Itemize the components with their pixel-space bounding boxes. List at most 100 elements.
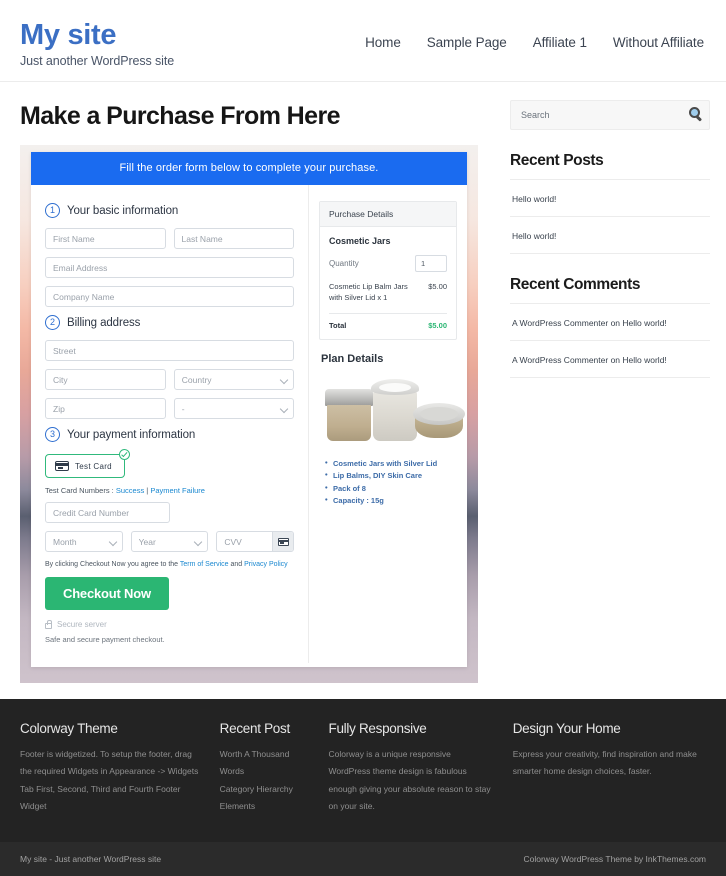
- jar-lid-right: [413, 402, 465, 443]
- site-title[interactable]: My site: [20, 20, 174, 51]
- test-card-option[interactable]: Test Card: [45, 449, 130, 478]
- test-numbers-prefix: Test Card Numbers :: [45, 486, 116, 495]
- recent-comment-link[interactable]: A WordPress Commenter on Hello world!: [512, 318, 667, 328]
- city-country-row: [45, 369, 294, 390]
- footer-widget-design-your-home: Design Your Home Express your creativity…: [513, 721, 706, 816]
- primary-navigation: Home Sample Page Affiliate 1 Without Aff…: [365, 16, 706, 50]
- street-input[interactable]: [45, 340, 294, 361]
- year-select[interactable]: [130, 531, 209, 552]
- plan-feature: Pack of 8: [325, 481, 457, 495]
- street-row: [45, 340, 294, 361]
- payment-failure-link[interactable]: Payment Failure: [150, 486, 205, 495]
- step-number-3: 3: [45, 427, 60, 442]
- list-item: A WordPress Commenter on Hello world!: [510, 304, 710, 341]
- summary-divider: [329, 312, 447, 314]
- footer-widget-text: Express your creativity, find inspiratio…: [512, 749, 697, 777]
- checkout-body: 1 Your basic information First Name Last…: [31, 185, 467, 663]
- line-item-name: Cosmetic Lip Balm Jars with Silver Lid x…: [329, 282, 408, 302]
- site-footer: Colorway Theme Footer is widgetized. To …: [0, 699, 726, 842]
- test-card-label: Test Card: [75, 461, 112, 471]
- total-value: $5.00: [428, 320, 447, 330]
- list-item: Hello world!: [510, 180, 710, 217]
- step-basic-information: 1 Your basic information: [45, 203, 294, 218]
- terms-mid: and: [228, 561, 245, 568]
- site-tagline: Just another WordPress site: [20, 54, 175, 69]
- zip-input[interactable]: [45, 398, 166, 419]
- expiry-cvv-row: [45, 531, 295, 552]
- privacy-policy-link[interactable]: Privacy Policy: [244, 561, 288, 568]
- footer-widget-title: Recent Post: [219, 721, 291, 736]
- success-link[interactable]: Success: [116, 486, 144, 495]
- state-select[interactable]: [173, 398, 294, 419]
- cvv-wrap: [216, 531, 295, 552]
- search-input[interactable]: [521, 110, 699, 120]
- city-input[interactable]: [45, 369, 166, 390]
- footer-bottom-bar: My site - Just another WordPress site Co…: [0, 841, 726, 876]
- footer-recent-post-list: Worth A Thousand Words Category Hierarch…: [220, 746, 311, 816]
- jar-center: [371, 378, 419, 441]
- zip-state-row: [45, 398, 294, 419]
- branding: My site Just another WordPress site: [20, 16, 175, 69]
- list-item[interactable]: Worth A Thousand Words: [220, 746, 311, 781]
- total-row: Total $5.00: [329, 321, 447, 330]
- terms-text: By clicking Checkout Now you agree to th…: [45, 561, 294, 568]
- quantity-input[interactable]: [415, 255, 447, 272]
- list-item: Hello world!: [510, 217, 710, 254]
- footer-widget-text: Footer is widgetized. To setup the foote…: [20, 749, 199, 812]
- search-widget: [510, 100, 710, 130]
- nav-item-sample-page[interactable]: Sample Page: [427, 35, 507, 50]
- last-name-input[interactable]: [173, 228, 294, 249]
- quantity-row: Quantity: [329, 255, 447, 272]
- step-number-2: 2: [45, 315, 60, 330]
- email-input[interactable]: [45, 257, 294, 278]
- year-select-wrap: [130, 531, 209, 552]
- safe-checkout-text: Safe and secure payment checkout.: [45, 635, 165, 644]
- purchase-summary: Purchase Details Cosmetic Jars Quantity …: [309, 185, 467, 663]
- recent-post-link[interactable]: Hello world!: [512, 231, 556, 241]
- purchase-details-header: Purchase Details: [320, 202, 456, 227]
- list-item: A WordPress Commenter on Hello world!: [510, 341, 710, 378]
- recent-post-link[interactable]: Hello world!: [512, 194, 556, 204]
- search-icon[interactable]: [689, 107, 700, 118]
- month-select[interactable]: [45, 531, 123, 552]
- credit-card-number-input[interactable]: [45, 502, 170, 523]
- line-item-row: Cosmetic Lip Balm Jars with Silver Lid x…: [329, 282, 447, 304]
- step-billing-address: 2 Billing address: [45, 315, 294, 330]
- footer-widget-recent-post: Recent Post Worth A Thousand Words Categ…: [220, 721, 329, 816]
- checkout-now-button[interactable]: Checkout Now: [45, 577, 169, 610]
- plan-feature: Capacity : 15g: [325, 494, 457, 507]
- country-select-wrap: [173, 369, 294, 390]
- company-row: [45, 286, 294, 307]
- site-header: My site Just another WordPress site Home…: [0, 0, 726, 82]
- recent-posts-widget: Recent Posts Hello world! Hello world!: [510, 152, 710, 254]
- credit-card-icon: [55, 461, 69, 471]
- step-label-1: Your basic information: [67, 204, 179, 217]
- checkout-card: Fill the order form below to complete yo…: [31, 152, 467, 667]
- total-label: Total: [329, 320, 347, 330]
- nav-item-home[interactable]: Home: [365, 35, 401, 50]
- secure-server-row: Secure server: [45, 619, 294, 629]
- name-row: [45, 228, 294, 249]
- nav-item-affiliate-1[interactable]: Affiliate 1: [533, 35, 587, 50]
- footer-credit-right: Colorway WordPress Theme by InkThemes.co…: [523, 853, 707, 864]
- nav-item-without-affiliate[interactable]: Without Affiliate: [613, 35, 704, 50]
- card-number-row: [45, 502, 294, 523]
- step-payment-information: 3 Your payment information: [45, 427, 294, 442]
- country-select[interactable]: [173, 369, 294, 390]
- terms-prefix: By clicking Checkout Now you agree to th…: [45, 561, 180, 568]
- recent-posts-title: Recent Posts: [510, 152, 710, 180]
- plan-feature: Cosmetic Jars with Silver Lid: [325, 457, 457, 470]
- recent-comment-link[interactable]: A WordPress Commenter on Hello world!: [512, 355, 667, 365]
- plan-features-list: Cosmetic Jars with Silver Lid Lip Balms,…: [319, 457, 457, 508]
- company-input[interactable]: [45, 286, 294, 307]
- term-of-service-link[interactable]: Term of Service: [180, 561, 229, 568]
- first-name-input[interactable]: [45, 228, 166, 249]
- list-item[interactable]: Elements: [220, 798, 311, 815]
- step-label-3: Your payment information: [67, 428, 196, 441]
- month-select-wrap: [45, 531, 123, 552]
- lock-icon: [45, 619, 52, 629]
- order-form: 1 Your basic information First Name Last…: [31, 185, 309, 663]
- product-name: Cosmetic Jars: [329, 236, 391, 246]
- plan-details-title: Plan Details: [321, 352, 384, 365]
- list-item[interactable]: Category Hierarchy: [220, 781, 311, 798]
